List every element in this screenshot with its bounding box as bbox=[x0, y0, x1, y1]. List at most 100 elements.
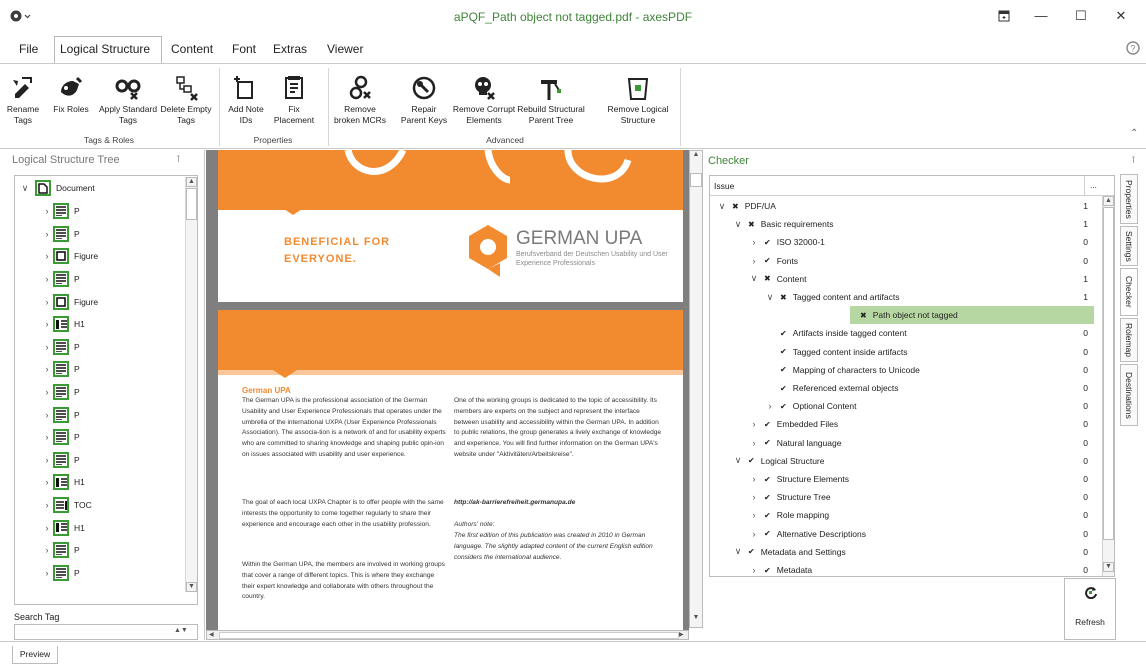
hscroll-thumb[interactable] bbox=[219, 632, 679, 639]
checker-row[interactable]: › ✔ Alternative Descriptions 0 bbox=[710, 525, 1102, 543]
chevron-right-icon[interactable]: › bbox=[748, 529, 760, 539]
tree-node-figure[interactable]: › Figure bbox=[41, 245, 98, 268]
remove-logical-structure-button[interactable]: Remove Logical Structure bbox=[602, 68, 674, 126]
tree-node-p[interactable]: › P bbox=[41, 403, 80, 426]
chevron-right-icon[interactable]: › bbox=[748, 256, 760, 266]
side-tab-settings[interactable]: Settings bbox=[1120, 226, 1138, 266]
fix-placement-button[interactable]: Fix Placement bbox=[268, 68, 320, 126]
checker-row[interactable]: ∨ ✔ Metadata and Settings 0 bbox=[710, 543, 1102, 561]
chevron-right-icon[interactable]: › bbox=[41, 477, 53, 487]
chevron-right-icon[interactable]: › bbox=[748, 492, 760, 502]
tree-node-p[interactable]: › P bbox=[41, 381, 80, 404]
scroll-up-icon[interactable]: ▲ bbox=[690, 151, 702, 163]
chevron-right-icon[interactable]: › bbox=[748, 510, 760, 520]
remove-broken-mcrs-button[interactable]: Remove broken MCRs bbox=[334, 68, 386, 126]
checker-grid[interactable]: Issue ... ∨ ✖ PDF/UA 1 ∨ ✖ Basic requirements 1… bbox=[709, 175, 1115, 577]
checker-row[interactable]: › ✔ Structure Elements 0 bbox=[710, 470, 1102, 488]
chevron-right-icon[interactable]: › bbox=[41, 229, 53, 239]
preview-tab[interactable]: Preview bbox=[12, 646, 58, 664]
checker-row[interactable]: ✖ Path object not tagged bbox=[850, 306, 1094, 325]
checker-row[interactable]: ∨ ✖ PDF/UA 1 bbox=[710, 197, 1102, 215]
side-tab-destinations[interactable]: Destinations bbox=[1120, 364, 1138, 426]
chevron-right-icon[interactable]: › bbox=[41, 455, 53, 465]
chevron-right-icon[interactable]: › bbox=[41, 545, 53, 555]
chevron-right-icon[interactable]: › bbox=[764, 401, 776, 411]
apply-standard-tags-button[interactable]: Apply Standard Tags bbox=[98, 68, 158, 126]
checker-scrollbar[interactable]: ▲ ▼ bbox=[1102, 196, 1114, 576]
tree-node-document[interactable]: ∨ Document bbox=[19, 177, 95, 200]
search-nav-icon[interactable]: ▲▼ bbox=[174, 627, 188, 634]
ribbon-display-icon[interactable] bbox=[998, 10, 1028, 22]
rename-tags-button[interactable]: Rename Tags bbox=[2, 68, 44, 126]
checker-row[interactable]: ∨ ✖ Content 1 bbox=[710, 270, 1102, 288]
checker-row[interactable]: ∨ ✖ Basic requirements 1 bbox=[710, 215, 1102, 233]
pin-icon[interactable]: ⊺ bbox=[1131, 155, 1136, 166]
structure-tree[interactable]: ∨ Document › P › P › Figure › P › Figure › H1 › P › P › P… bbox=[14, 175, 198, 605]
search-tag-input[interactable] bbox=[14, 624, 198, 640]
chevron-down-icon[interactable]: ∨ bbox=[748, 273, 760, 284]
side-tab-checker[interactable]: Checker bbox=[1120, 268, 1138, 316]
chevron-down-icon[interactable]: ∨ bbox=[732, 219, 744, 230]
checker-row[interactable]: ∨ ✖ Tagged content and artifacts 1 bbox=[710, 288, 1102, 306]
checker-row[interactable]: ✔ Mapping of characters to Unicode 0 bbox=[710, 361, 1102, 379]
scroll-right-icon[interactable]: ▶ bbox=[679, 631, 684, 638]
chevron-right-icon[interactable]: › bbox=[41, 432, 53, 442]
help-icon[interactable]: ? bbox=[1126, 41, 1140, 55]
side-tab-rolemap[interactable]: Rolemap bbox=[1120, 318, 1138, 362]
tree-node-p[interactable]: › P bbox=[41, 358, 80, 381]
chevron-right-icon[interactable]: › bbox=[41, 297, 53, 307]
scroll-left-icon[interactable]: ◀ bbox=[209, 631, 214, 638]
tree-node-p[interactable]: › P bbox=[41, 223, 80, 246]
chevron-right-icon[interactable]: › bbox=[41, 568, 53, 578]
chevron-right-icon[interactable]: › bbox=[748, 438, 760, 448]
tree-node-p[interactable]: › P bbox=[41, 200, 80, 223]
checker-row[interactable]: ✔ Tagged content inside artifacts 0 bbox=[710, 343, 1102, 361]
chevron-right-icon[interactable]: › bbox=[41, 364, 53, 374]
scroll-thumb[interactable] bbox=[1103, 207, 1114, 540]
menu-file[interactable]: File bbox=[19, 42, 38, 56]
chevron-right-icon[interactable]: › bbox=[41, 387, 53, 397]
vscroll-thumb[interactable] bbox=[690, 173, 702, 187]
refresh-button[interactable]: Refresh bbox=[1064, 578, 1116, 640]
chevron-down-icon[interactable]: ∨ bbox=[19, 183, 31, 194]
checker-row[interactable]: › ✔ Natural language 0 bbox=[710, 434, 1102, 452]
tree-node-h1[interactable]: › H1 bbox=[41, 471, 85, 494]
checker-row[interactable]: › ✔ Optional Content 0 bbox=[710, 397, 1102, 415]
tree-node-h1[interactable]: › H1 bbox=[41, 313, 85, 336]
tree-node-p[interactable]: › P bbox=[41, 539, 80, 562]
chevron-right-icon[interactable]: › bbox=[748, 474, 760, 484]
chevron-down-icon[interactable]: ∨ bbox=[732, 455, 744, 466]
checker-row[interactable]: › ✔ Fonts 0 bbox=[710, 252, 1102, 270]
issue-column-header[interactable]: Issue bbox=[714, 181, 734, 191]
chevron-down-icon[interactable]: ∨ bbox=[732, 546, 744, 557]
tree-node-figure[interactable]: › Figure bbox=[41, 290, 98, 313]
checker-row[interactable]: › ✔ Structure Tree 0 bbox=[710, 488, 1102, 506]
checker-row[interactable]: › ✔ Embedded Files 0 bbox=[710, 415, 1102, 433]
chevron-right-icon[interactable]: › bbox=[41, 500, 53, 510]
checker-row[interactable]: ∨ ✔ Logical Structure 0 bbox=[710, 452, 1102, 470]
tree-node-p[interactable]: › P bbox=[41, 562, 80, 585]
chevron-right-icon[interactable]: › bbox=[41, 410, 53, 420]
pin-icon[interactable]: ⊺ bbox=[176, 154, 181, 165]
tree-node-toc[interactable]: › TOC bbox=[41, 494, 92, 517]
tab-content[interactable]: Content bbox=[171, 42, 213, 56]
tab-font[interactable]: Font bbox=[232, 42, 256, 56]
repair-parent-keys-button[interactable]: Repair Parent Keys bbox=[398, 68, 450, 126]
chevron-right-icon[interactable]: › bbox=[41, 206, 53, 216]
document-hscrollbar[interactable]: ◀ ▶ bbox=[206, 630, 689, 640]
fix-roles-button[interactable]: Fix Roles bbox=[50, 68, 92, 115]
remove-corrupt-elements-button[interactable]: Remove Corrupt Elements bbox=[452, 68, 516, 126]
add-note-ids-button[interactable]: Add Note IDs bbox=[224, 68, 268, 126]
chevron-down-icon[interactable]: ∨ bbox=[764, 292, 776, 303]
chevron-right-icon[interactable]: › bbox=[41, 274, 53, 284]
chevron-right-icon[interactable]: › bbox=[748, 565, 760, 575]
scroll-up-icon[interactable]: ▲ bbox=[1103, 196, 1114, 206]
delete-empty-tags-button[interactable]: Delete Empty Tags bbox=[160, 68, 212, 126]
checker-row[interactable]: › ✔ ISO 32000-1 0 bbox=[710, 233, 1102, 251]
chevron-right-icon[interactable]: › bbox=[41, 319, 53, 329]
tree-node-p[interactable]: › P bbox=[41, 336, 80, 359]
document-vscrollbar[interactable]: ▲ ▼ bbox=[689, 150, 703, 628]
side-tab-properties[interactable]: Properties bbox=[1120, 174, 1138, 224]
checker-row[interactable]: ✔ Artifacts inside tagged content 0 bbox=[710, 324, 1102, 342]
scroll-down-icon[interactable]: ▼ bbox=[1103, 562, 1114, 572]
